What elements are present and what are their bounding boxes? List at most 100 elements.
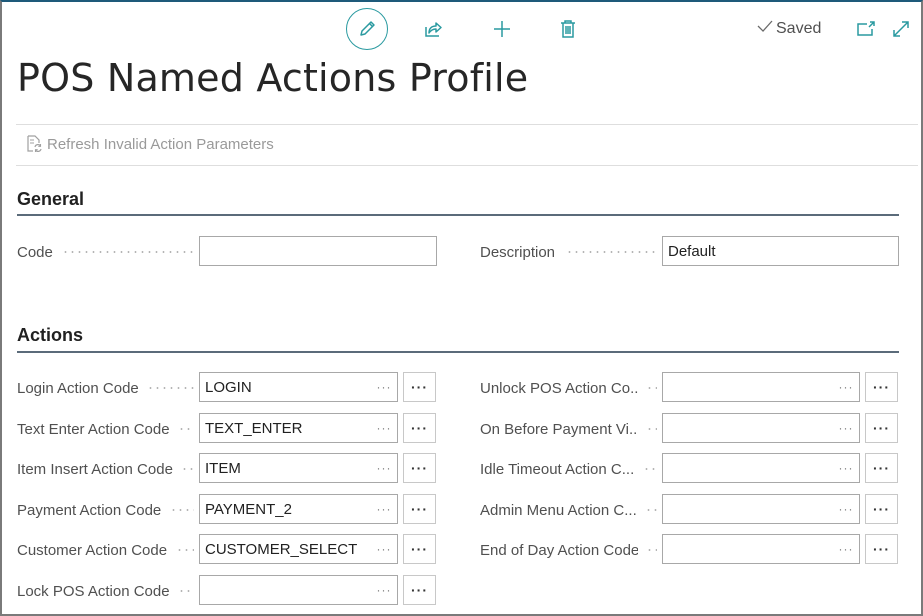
leader-dots [646,549,657,551]
input-value: ITEM [205,459,241,477]
leader-dots [646,428,657,430]
plus-icon [492,19,512,39]
refresh-label: Refresh Invalid Action Parameters [47,135,274,153]
field-label: Customer Action Code [17,541,168,559]
field-label-container: Unlock POS Action Co... [480,373,638,403]
action-code-input[interactable]: ··· [662,534,860,564]
field-label: Item Insert Action Code [17,460,173,478]
new-button[interactable] [489,16,515,42]
action-code-input[interactable]: LOGIN ··· [199,372,398,402]
field-label: Unlock POS Action Co... [480,379,638,397]
assist-edit-button[interactable]: ··· [403,413,436,443]
action-code-input[interactable]: ··· [662,453,860,483]
field-description: Description [480,237,555,267]
field-label-container: End of Day Action Code [480,535,638,565]
section-title-general[interactable]: General [17,189,84,210]
code-input[interactable] [199,236,437,266]
action-code-input[interactable]: ITEM ··· [199,453,398,483]
field-label: Text Enter Action Code [17,420,170,438]
refresh-document-icon [26,135,42,153]
lookup-button[interactable]: ··· [833,421,859,435]
field-label: Description [480,243,556,261]
lookup-button[interactable]: ··· [371,542,397,556]
description-input[interactable]: Default [662,236,899,266]
saved-label: Saved [776,19,822,37]
delete-button[interactable] [555,16,581,42]
field-label-container: Admin Menu Action C... [480,495,637,525]
toolbar: Saved [0,0,923,60]
input-value: PAYMENT_2 [205,500,292,518]
field-label-container: Payment Action Code [17,495,161,525]
share-button[interactable] [420,16,446,42]
leader-dots [643,468,657,470]
field-label: Lock POS Action Code [17,582,170,600]
action-code-input[interactable]: ··· [662,494,860,524]
page-title: POS Named Actions Profile [17,56,529,100]
assist-edit-button[interactable]: ··· [865,494,898,524]
leader-dots [147,387,194,389]
field-label: Code [17,243,53,261]
pencil-icon [357,19,377,39]
lookup-button[interactable]: ··· [833,461,859,475]
expand-icon [891,19,911,39]
share-icon [423,19,443,39]
lookup-button[interactable]: ··· [371,502,397,516]
lookup-button[interactable]: ··· [833,542,859,556]
action-code-input[interactable]: ··· [662,372,860,402]
action-code-input[interactable]: ··· [199,575,398,605]
assist-edit-button[interactable]: ··· [865,372,898,402]
field-label: On Before Payment Vi... [480,420,638,438]
leader-dots [646,387,657,389]
edit-button[interactable] [346,8,388,50]
leader-dots [170,509,194,511]
assist-edit-button[interactable]: ··· [865,413,898,443]
field-label: Login Action Code [17,379,139,397]
assist-edit-button[interactable]: ··· [403,372,436,402]
trash-icon [559,19,577,39]
input-value: CUSTOMER_SELECT [205,540,358,558]
input-value: Default [668,242,716,260]
field-label-container: On Before Payment Vi... [480,414,638,444]
open-new-window-button[interactable] [854,17,878,41]
field-label-container: Customer Action Code [17,535,167,565]
expand-button[interactable] [889,17,913,41]
field-label: Idle Timeout Action C... [480,460,635,478]
lookup-button[interactable]: ··· [371,421,397,435]
leader-dots [645,509,657,511]
field-label: End of Day Action Code [480,541,638,559]
assist-edit-button[interactable]: ··· [865,453,898,483]
section-divider [17,351,899,353]
action-code-input[interactable]: PAYMENT_2 ··· [199,494,398,524]
action-code-input[interactable]: CUSTOMER_SELECT ··· [199,534,398,564]
assist-edit-button[interactable]: ··· [403,534,436,564]
field-label-container: Lock POS Action Code [17,576,170,606]
open-in-new-window-icon [856,20,876,38]
input-value: LOGIN [205,378,252,396]
checkmark-icon [757,19,773,38]
leader-dots [178,590,194,592]
action-code-input[interactable]: ··· [662,413,860,443]
section-divider [17,214,899,216]
lookup-button[interactable]: ··· [833,502,859,516]
action-code-input[interactable]: TEXT_ENTER ··· [199,413,398,443]
refresh-invalid-action-parameters-button[interactable]: Refresh Invalid Action Parameters [26,135,274,153]
leader-dots [178,428,194,430]
field-label-container: Item Insert Action Code [17,454,173,484]
input-value: TEXT_ENTER [205,419,303,437]
lookup-button[interactable]: ··· [371,380,397,394]
assist-edit-button[interactable]: ··· [865,534,898,564]
assist-edit-button[interactable]: ··· [403,575,436,605]
field-label-container: Login Action Code [17,373,139,403]
field-label: Payment Action Code [17,501,162,519]
section-title-actions[interactable]: Actions [17,325,83,346]
lookup-button[interactable]: ··· [833,380,859,394]
assist-edit-button[interactable]: ··· [403,494,436,524]
assist-edit-button[interactable]: ··· [403,453,436,483]
leader-dots [181,468,194,470]
divider [16,165,918,166]
leader-dots [62,251,194,253]
saved-status: Saved [757,19,821,38]
field-label-container: Text Enter Action Code [17,414,170,444]
lookup-button[interactable]: ··· [371,461,397,475]
lookup-button[interactable]: ··· [371,583,397,597]
